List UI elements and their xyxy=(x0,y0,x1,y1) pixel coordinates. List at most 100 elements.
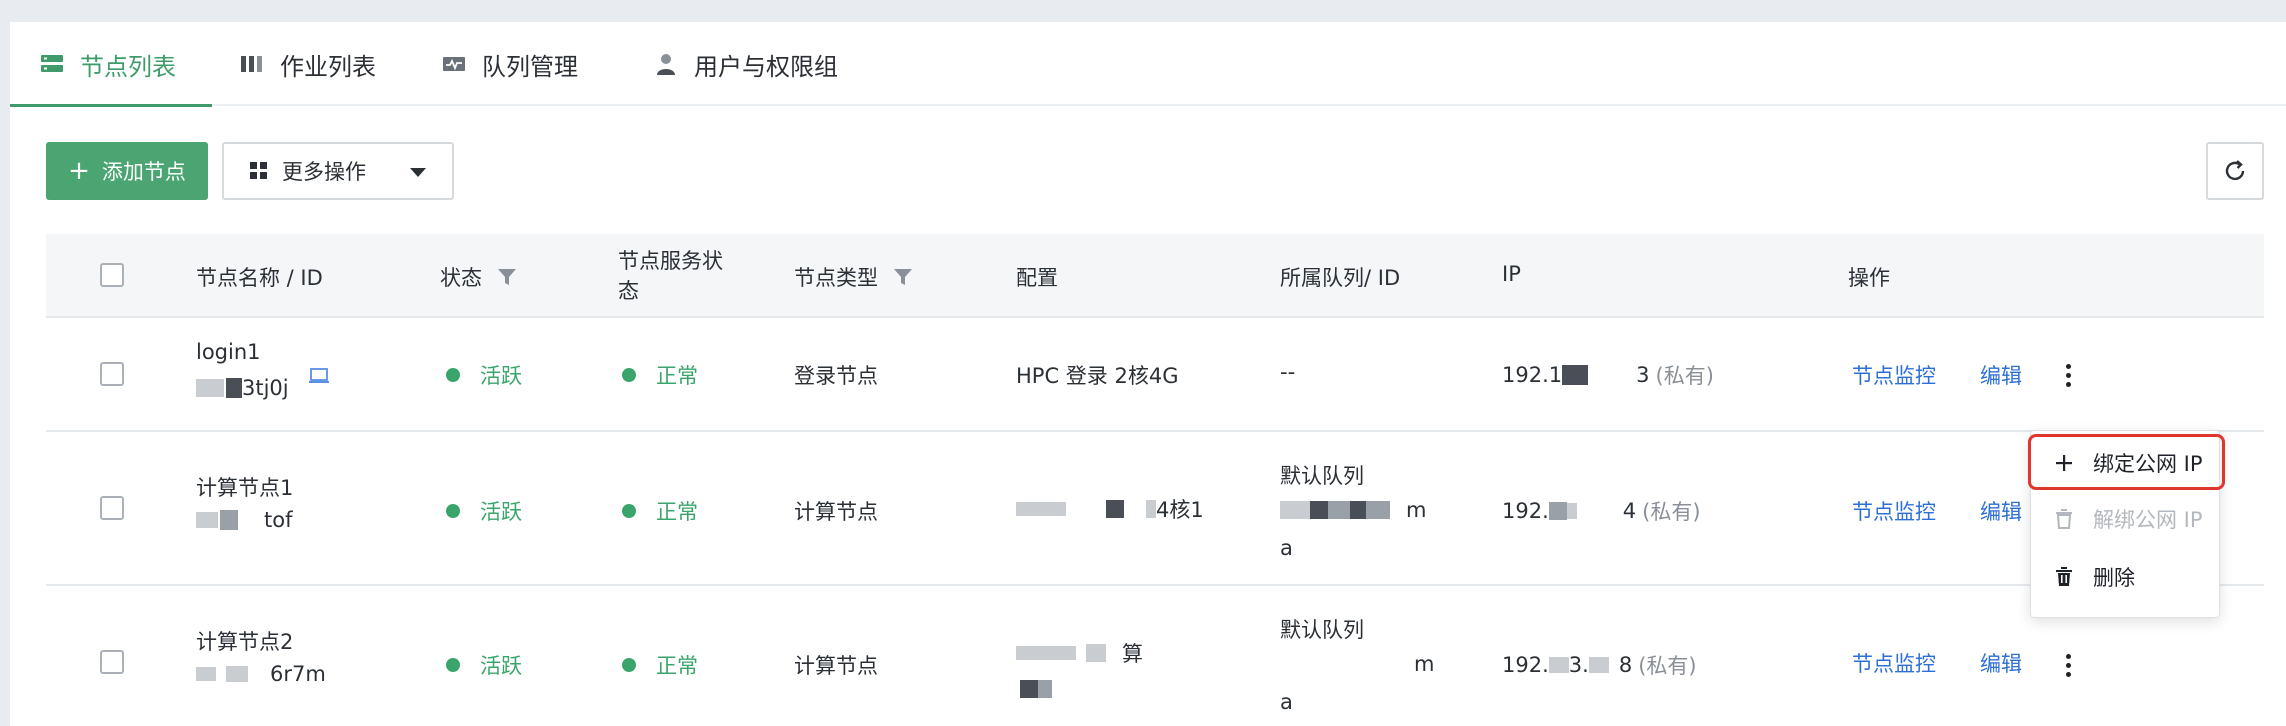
table-row: login1 3tj0j 活跃 正常 登录节点 HPC 登录 2核4G -- 1… xyxy=(46,318,2264,432)
redacted-block xyxy=(220,510,238,530)
trash-icon xyxy=(2053,509,2075,529)
node-name[interactable]: login1 xyxy=(196,340,261,364)
row-actions-menu: 绑定公网 IP 解绑公网 IP 删除 xyxy=(2030,430,2220,618)
header-state-label: 状态 xyxy=(440,266,482,290)
node-type: 登录节点 xyxy=(794,364,878,388)
node-monitor-link[interactable]: 节点监控 xyxy=(1852,648,1936,678)
redacted-block xyxy=(226,666,248,682)
table-row: 计算节点2 6r7m 活跃 正常 计算节点 算 默认队列 m a 192. 3.… xyxy=(46,586,2264,726)
more-options-icon[interactable] xyxy=(2058,650,2078,680)
server-icon xyxy=(40,52,64,76)
queue-id: m xyxy=(1280,498,1426,522)
terminal-icon[interactable] xyxy=(308,368,330,384)
row-checkbox[interactable] xyxy=(100,362,124,386)
node-ip: 192. 3. 8 (私有) xyxy=(1502,650,1697,680)
node-id-suffix: 6r7m xyxy=(270,662,326,686)
service-state: 正常 xyxy=(622,496,698,526)
node-state-label: 活跃 xyxy=(480,500,522,524)
node-id: 3tj0j xyxy=(196,376,289,400)
tab-bar: 节点列表 作业列表 队列管理 用户与权限组 xyxy=(10,22,2286,107)
queue-id-tail: m xyxy=(1406,498,1427,522)
more-actions-label: 更多操作 xyxy=(282,160,366,184)
chevron-down-icon xyxy=(410,168,426,177)
tab-node-list[interactable]: 节点列表 xyxy=(40,22,176,106)
node-name[interactable]: 计算节点1 xyxy=(196,472,293,502)
ip-mid: 3. xyxy=(1568,653,1589,677)
header-ip: IP xyxy=(1502,262,1521,286)
edit-link[interactable]: 编辑 xyxy=(1980,648,2022,678)
table-row: 计算节点1 tof 活跃 正常 计算节点 4核1 默认队列 m a 192. 4… xyxy=(46,432,2264,586)
active-tab-indicator xyxy=(10,104,212,107)
edit-link[interactable]: 编辑 xyxy=(1980,496,2022,526)
redacted-block xyxy=(196,379,224,397)
redacted-block xyxy=(1038,680,1052,698)
redacted-block xyxy=(1020,680,1038,698)
tab-job-list[interactable]: 作业列表 xyxy=(240,22,376,106)
node-state-label: 活跃 xyxy=(480,364,522,388)
queue-id-line2: a xyxy=(1280,690,1293,714)
node-state: 活跃 xyxy=(446,650,522,680)
service-state-label: 正常 xyxy=(656,500,698,524)
user-icon xyxy=(654,52,678,76)
filter-icon[interactable] xyxy=(892,266,914,288)
redacted-block xyxy=(1562,365,1589,385)
plus-icon xyxy=(2053,454,2075,472)
menu-item-label: 解绑公网 IP xyxy=(2093,508,2203,532)
add-node-label: 添加节点 xyxy=(101,160,186,184)
status-dot xyxy=(446,658,460,672)
header-service-line1: 节点服务状 xyxy=(618,249,723,273)
node-monitor-link[interactable]: 节点监控 xyxy=(1852,360,1936,390)
service-state-label: 正常 xyxy=(656,654,698,678)
ip-prefix: 192. xyxy=(1502,499,1549,523)
queue-name: 默认队列 xyxy=(1280,464,1364,488)
node-id: 6r7m xyxy=(196,662,326,686)
node-config: 4核1 xyxy=(1016,494,1204,524)
redacted-block xyxy=(1146,500,1156,518)
header-node-type: 节点类型 xyxy=(794,262,914,292)
node-type: 计算节点 xyxy=(794,500,878,524)
more-options-icon[interactable] xyxy=(2058,360,2078,390)
node-name[interactable]: 计算节点2 xyxy=(196,626,293,656)
node-id-suffix: 3tj0j xyxy=(242,376,289,400)
header-service-line2: 态 xyxy=(618,279,639,303)
service-state: 正常 xyxy=(622,650,698,680)
filter-icon[interactable] xyxy=(496,266,518,288)
edit-link[interactable]: 编辑 xyxy=(1980,360,2022,390)
redacted-block xyxy=(1548,657,1569,673)
refresh-button[interactable] xyxy=(2206,142,2264,200)
node-state-label: 活跃 xyxy=(480,654,522,678)
trash-icon xyxy=(2053,567,2075,587)
header-node-name: 节点名称 / ID xyxy=(196,266,323,290)
select-all-checkbox[interactable] xyxy=(100,263,124,287)
tab-users-permissions[interactable]: 用户与权限组 xyxy=(654,22,838,106)
row-checkbox[interactable] xyxy=(100,650,124,674)
delete-menu-item[interactable]: 删除 xyxy=(2031,551,2221,603)
tab-queue-management[interactable]: 队列管理 xyxy=(442,22,578,106)
more-actions-dropdown[interactable]: 更多操作 xyxy=(222,142,454,200)
node-ip: 192.1 3 (私有) xyxy=(1502,360,1714,390)
node-type: 计算节点 xyxy=(794,654,878,678)
header-config: 配置 xyxy=(1016,266,1058,290)
redacted-block xyxy=(1310,501,1328,519)
redacted-block xyxy=(1328,501,1350,519)
node-state: 活跃 xyxy=(446,360,522,390)
header-state: 状态 xyxy=(440,262,518,292)
node-monitor-link[interactable]: 节点监控 xyxy=(1852,496,1936,526)
redacted-block xyxy=(1016,502,1066,516)
ip-suffix: 4 xyxy=(1622,499,1637,523)
node-queue: -- xyxy=(1280,360,1296,384)
status-dot xyxy=(446,368,460,382)
queue-id-tail: m xyxy=(1414,652,1435,676)
ip-suffix: 3 xyxy=(1636,363,1650,387)
redacted-block xyxy=(1366,501,1390,519)
node-id-suffix: tof xyxy=(264,508,293,532)
redacted-block xyxy=(1588,657,1609,673)
add-node-button[interactable]: + 添加节点 xyxy=(46,142,208,200)
row-checkbox[interactable] xyxy=(100,496,124,520)
node-config: HPC 登录 2核4G xyxy=(1016,364,1179,388)
bind-public-ip-menu-item[interactable]: 绑定公网 IP xyxy=(2031,437,2221,489)
service-state: 正常 xyxy=(622,360,698,390)
redacted-block xyxy=(1106,500,1124,518)
ip-note: (私有) xyxy=(1638,654,1697,678)
status-dot xyxy=(622,504,636,518)
